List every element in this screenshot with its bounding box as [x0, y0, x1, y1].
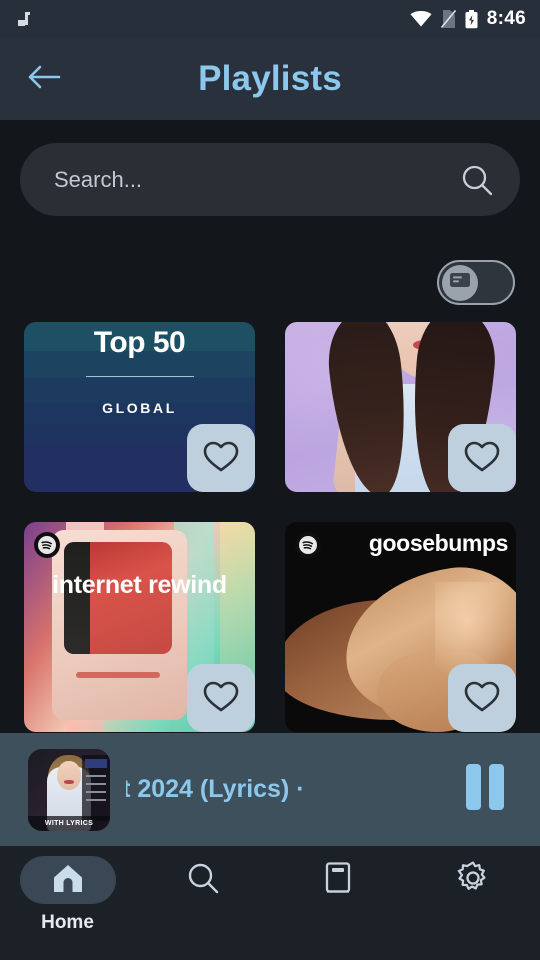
heart-icon	[463, 439, 501, 478]
playlist-card-internet-rewind[interactable]: internet rewind	[24, 522, 255, 732]
artwork-shape	[86, 782, 106, 785]
card-subtitle: GLOBAL	[102, 400, 177, 416]
nav-pill-library	[290, 856, 386, 904]
playlist-card-top-50[interactable]: Top 50 GLOBAL	[24, 322, 255, 492]
card-title: internet rewind	[52, 571, 227, 599]
spotify-logo-icon	[295, 532, 321, 558]
back-arrow-icon	[27, 64, 61, 95]
search-input[interactable]	[54, 166, 460, 193]
nav-item-search[interactable]	[135, 856, 270, 912]
status-bar: 8:46	[0, 0, 540, 38]
no-sim-icon	[440, 10, 456, 28]
heart-icon	[463, 679, 501, 718]
library-book-icon	[322, 861, 354, 900]
nav-pill-home	[19, 856, 116, 904]
view-toggle-row	[0, 260, 540, 310]
artwork-caption-text: WITH LYRICS	[44, 819, 94, 827]
search-icon	[186, 861, 220, 900]
search-box[interactable]	[20, 143, 520, 216]
battery-charging-icon	[465, 9, 478, 29]
favorite-button[interactable]	[187, 424, 255, 492]
search-icon[interactable]	[460, 163, 494, 197]
favorite-button[interactable]	[448, 664, 516, 732]
card-title: Top 50	[93, 326, 186, 359]
card-title: goosebumps	[368, 530, 509, 556]
spotify-logo-icon	[34, 532, 60, 558]
nav-item-home[interactable]: Home	[0, 856, 135, 934]
pause-icon	[466, 764, 504, 815]
nav-pill-settings	[425, 856, 521, 904]
artwork-shape	[64, 779, 74, 784]
artwork-caption: WITH LYRICS	[28, 815, 110, 831]
nav-pill-search	[155, 856, 251, 904]
wifi-icon	[410, 11, 432, 27]
artwork-shape	[76, 672, 160, 678]
playlist-card-goosebumps[interactable]: goosebumps	[285, 522, 516, 732]
bottom-navigation: Home	[0, 846, 540, 960]
search-bar[interactable]	[20, 143, 520, 216]
status-bar-clock: 8:46	[486, 8, 526, 29]
playlist-card-artist-portrait[interactable]	[285, 322, 516, 492]
nav-label-home: Home	[41, 912, 94, 933]
app-root: 8:46 Playlists Search... Top 50 GLOBAL i…	[0, 0, 540, 960]
artwork-shape	[86, 798, 106, 801]
heart-icon	[202, 439, 240, 478]
nav-item-settings[interactable]	[405, 856, 540, 912]
status-bar-right: 8:46	[410, 8, 526, 30]
now-playing-artwork[interactable]: WITH LYRICS	[28, 748, 110, 831]
artwork-shape	[85, 758, 107, 768]
nav-item-library[interactable]	[270, 856, 405, 912]
page-title: Playlists	[198, 59, 342, 98]
play-pause-button[interactable]	[454, 759, 516, 821]
card-view-icon	[449, 271, 471, 294]
app-header: Playlists	[0, 38, 540, 120]
artwork-shape	[57, 760, 81, 790]
now-playing-title: s Playlist 2024 (Lyrics) ·	[126, 775, 305, 803]
heart-icon	[202, 679, 240, 718]
divider	[85, 376, 194, 377]
favorite-button[interactable]	[187, 664, 255, 732]
artwork-shape	[86, 790, 106, 793]
now-playing-bar[interactable]: WITH LYRICS s Playlist 2024 (Lyrics) ·	[0, 733, 540, 846]
settings-gear-icon	[456, 861, 490, 900]
music-note-icon	[18, 11, 32, 27]
artwork-shape	[86, 774, 106, 777]
back-button[interactable]	[16, 51, 72, 107]
home-icon	[51, 862, 85, 899]
favorite-button[interactable]	[448, 424, 516, 492]
view-mode-toggle[interactable]	[437, 260, 515, 305]
toggle-thumb	[442, 264, 478, 301]
status-bar-left	[18, 11, 410, 27]
now-playing-title-wrap: s Playlist 2024 (Lyrics) ·	[126, 775, 454, 804]
playlist-grid: Top 50 GLOBAL internet rewind goosebumps	[24, 322, 516, 732]
